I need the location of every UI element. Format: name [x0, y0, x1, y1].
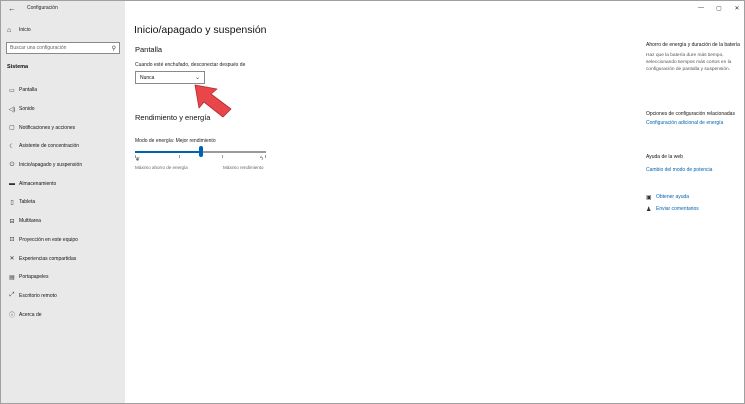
- sidebar-item-screen[interactable]: ▭ Pantalla: [1, 81, 125, 100]
- chat-icon: ▣: [646, 195, 652, 201]
- feedback-row[interactable]: ♟ Enviar comentarios: [646, 206, 699, 213]
- slider-tick: [179, 155, 180, 158]
- window-controls: — ▢ ✕: [692, 1, 744, 15]
- home-icon: ⌂: [7, 26, 12, 34]
- chevron-down-icon: ⌄: [194, 75, 200, 81]
- sidebar-item-label: Multitarea: [19, 218, 41, 225]
- page-title: Inicio/apagado y suspensión: [134, 24, 267, 36]
- search-input[interactable]: [10, 45, 106, 51]
- lightning-icon: ϟ: [260, 156, 264, 162]
- battery-text: Haz que la batería dure más tiempo, sele…: [646, 53, 732, 72]
- get-help-link[interactable]: Obtener ayuda: [656, 194, 689, 201]
- sidebar-item-multitask[interactable]: ⊟ Multitarea: [1, 212, 125, 231]
- web-help-heading: Ayuda de la web: [646, 154, 683, 160]
- sidebar-item-power[interactable]: ⏻ Inicio/apagado y suspensión: [1, 156, 125, 175]
- plugged-label: Cuando esté enchufado, desconectar despu…: [135, 62, 246, 68]
- power-icon: ⏻: [9, 161, 15, 168]
- sidebar-item-label: Sonido: [19, 106, 35, 113]
- sidebar-item-clipboard[interactable]: ▤ Portapapeles: [1, 268, 125, 287]
- sidebar-item-remote[interactable]: ⤢ Escritorio remoto: [1, 287, 125, 306]
- speaker-icon: ◁): [8, 106, 16, 113]
- section-label: Sistema: [7, 64, 29, 70]
- maximize-icon[interactable]: ▢: [710, 1, 728, 15]
- sidebar-item-focus[interactable]: ☾ Asistente de concentración: [1, 137, 125, 156]
- sidebar-item-label: Asistente de concentración: [19, 143, 80, 150]
- app-title: Configuración: [27, 5, 58, 11]
- sidebar-item-label: Proyección en este equipo: [19, 236, 78, 243]
- sidebar-item-label: Pantalla: [19, 87, 38, 94]
- remote-desktop-icon: ⤢: [9, 292, 15, 299]
- info-icon: ⓘ: [8, 313, 15, 320]
- feedback-link[interactable]: Enviar comentarios: [656, 206, 699, 213]
- slider-tick: [265, 155, 266, 158]
- sidebar-item-label: Escritorio remoto: [19, 292, 57, 299]
- sidebar-item-projection[interactable]: ⊡ Proyección en este equipo: [1, 231, 125, 250]
- monitor-icon: ▭: [9, 87, 15, 94]
- sidebar-item-tablet[interactable]: ▯ Tableta: [1, 193, 125, 212]
- close-icon[interactable]: ✕: [728, 1, 744, 15]
- get-help-row[interactable]: ▣ Obtener ayuda: [646, 194, 689, 201]
- slider-tick: [222, 155, 223, 158]
- projection-icon: ⊡: [9, 237, 15, 244]
- battery-heading: Ahorro de energía y duración de la bater…: [646, 42, 740, 48]
- related-section: Opciones de configuración relacionadas C…: [646, 111, 741, 127]
- sidebar-item-about[interactable]: ⓘ Acerca de: [1, 305, 125, 324]
- sidebar: ← Configuración ⌂ Inicio ⚲ Sistema ▭ Pan…: [1, 1, 125, 403]
- additional-power-settings-link[interactable]: Configuración adicional de energía: [646, 120, 741, 127]
- leaf-icon: ❦: [135, 157, 141, 163]
- dropdown-value: Nunca: [140, 74, 155, 81]
- red-pointer-arrow-icon: [194, 84, 232, 118]
- slider-min-label: Máximo ahorro de energía: [135, 165, 188, 170]
- search-box[interactable]: ⚲: [6, 42, 120, 54]
- main-content: — ▢ ✕ Inicio/apagado y suspensión Pantal…: [125, 1, 744, 403]
- sidebar-item-label: Tableta: [19, 199, 36, 206]
- sidebar-item-label: Notificaciones y acciones: [19, 124, 76, 131]
- sidebar-item-home[interactable]: ⌂ Inicio: [1, 23, 125, 37]
- storage-icon: ▬: [9, 180, 15, 187]
- sidebar-item-storage[interactable]: ▬ Almacenamiento: [1, 174, 125, 193]
- screen-heading: Pantalla: [135, 45, 163, 54]
- slider-max-label: Máximo rendimiento: [223, 165, 264, 170]
- power-mode-label: Modo de energía: Mejor rendimiento: [135, 138, 216, 144]
- feedback-icon: ♟: [646, 207, 652, 213]
- shared-icon: ✕: [9, 256, 15, 263]
- sidebar-item-label: Almacenamiento: [19, 180, 57, 187]
- battery-section: Ahorro de energía y duración de la bater…: [646, 42, 741, 73]
- sidebar-item-sound[interactable]: ◁) Sonido: [1, 100, 125, 119]
- change-power-mode-link[interactable]: Cambio del modo de potencia: [646, 167, 741, 174]
- multitask-icon: ⊟: [9, 218, 15, 225]
- power-mode-slider-thumb[interactable]: [198, 146, 203, 157]
- notifications-icon: ▢: [9, 125, 15, 132]
- back-arrow-icon[interactable]: ←: [4, 1, 20, 15]
- sidebar-item-label: Inicio: [19, 27, 31, 33]
- power-mode-slider-fill: [135, 151, 201, 153]
- sidebar-item-label: Inicio/apagado y suspensión: [19, 162, 83, 169]
- sidebar-item-label: Portapapeles: [19, 274, 49, 281]
- settings-window: ← Configuración ⌂ Inicio ⚲ Sistema ▭ Pan…: [0, 0, 745, 404]
- tablet-icon: ▯: [10, 199, 14, 206]
- minimize-icon[interactable]: —: [692, 1, 710, 15]
- sidebar-item-notifications[interactable]: ▢ Notificaciones y acciones: [1, 118, 125, 137]
- web-help-section: Ayuda de la web Cambio del modo de poten…: [646, 154, 741, 174]
- sidebar-item-label: Experiencias compartidas: [19, 255, 77, 262]
- sidebar-item-shared[interactable]: ✕ Experiencias compartidas: [1, 249, 125, 268]
- nav-list: ▭ Pantalla ◁) Sonido ▢ Notificaciones y …: [1, 81, 125, 324]
- sidebar-item-label: Acerca de: [19, 311, 42, 318]
- moon-icon: ☾: [9, 143, 15, 150]
- related-heading: Opciones de configuración relacionadas: [646, 111, 735, 117]
- clipboard-icon: ▤: [9, 274, 15, 281]
- search-icon[interactable]: ⚲: [112, 45, 116, 52]
- title-bar: ← Configuración: [1, 1, 125, 15]
